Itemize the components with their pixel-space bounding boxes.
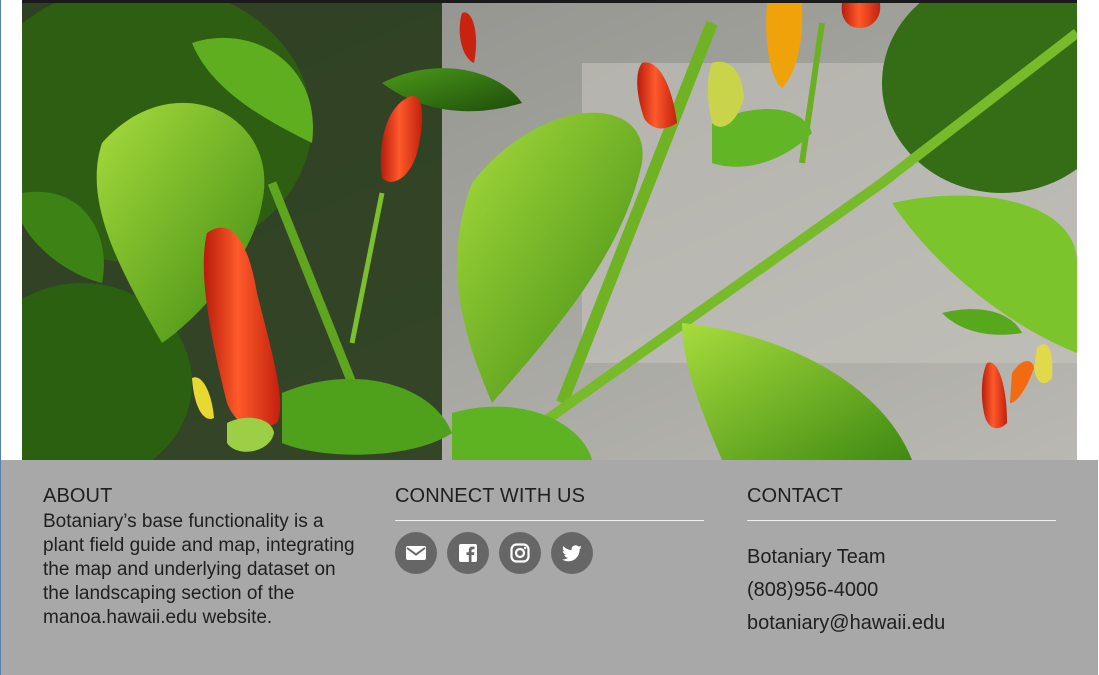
- about-section: ABOUT Botaniary’s base functionality is …: [43, 484, 361, 630]
- contact-details: Botaniary Team (808)956-4000 botaniary@h…: [747, 541, 1057, 640]
- social-links: [395, 532, 705, 574]
- connect-section: CONNECT WITH US: [395, 484, 705, 574]
- hero-image: [22, 3, 1077, 460]
- connect-heading: CONNECT WITH US: [395, 485, 586, 507]
- twitter-button[interactable]: [551, 532, 593, 574]
- instagram-button[interactable]: [499, 532, 541, 574]
- envelope-icon: [406, 546, 426, 560]
- facebook-icon: [459, 544, 477, 562]
- contact-section: CONTACT Botaniary Team (808)956-4000 bot…: [747, 484, 1057, 640]
- about-heading: ABOUT: [43, 485, 113, 507]
- twitter-icon: [562, 544, 582, 561]
- chili-pepper-yellow: [1034, 344, 1053, 384]
- instagram-icon: [510, 543, 530, 563]
- connect-divider: [395, 520, 704, 521]
- contact-phone[interactable]: (808)956-4000: [747, 574, 1057, 607]
- about-text: Botaniary’s base functionality is a plan…: [43, 511, 355, 628]
- contact-divider: [747, 520, 1056, 521]
- site-footer: ABOUT Botaniary’s base functionality is …: [1, 460, 1098, 675]
- contact-heading: CONTACT: [747, 485, 843, 507]
- contact-email[interactable]: botaniary@hawaii.edu: [747, 607, 1057, 640]
- email-button[interactable]: [395, 532, 437, 574]
- facebook-button[interactable]: [447, 532, 489, 574]
- contact-name: Botaniary Team: [747, 546, 886, 568]
